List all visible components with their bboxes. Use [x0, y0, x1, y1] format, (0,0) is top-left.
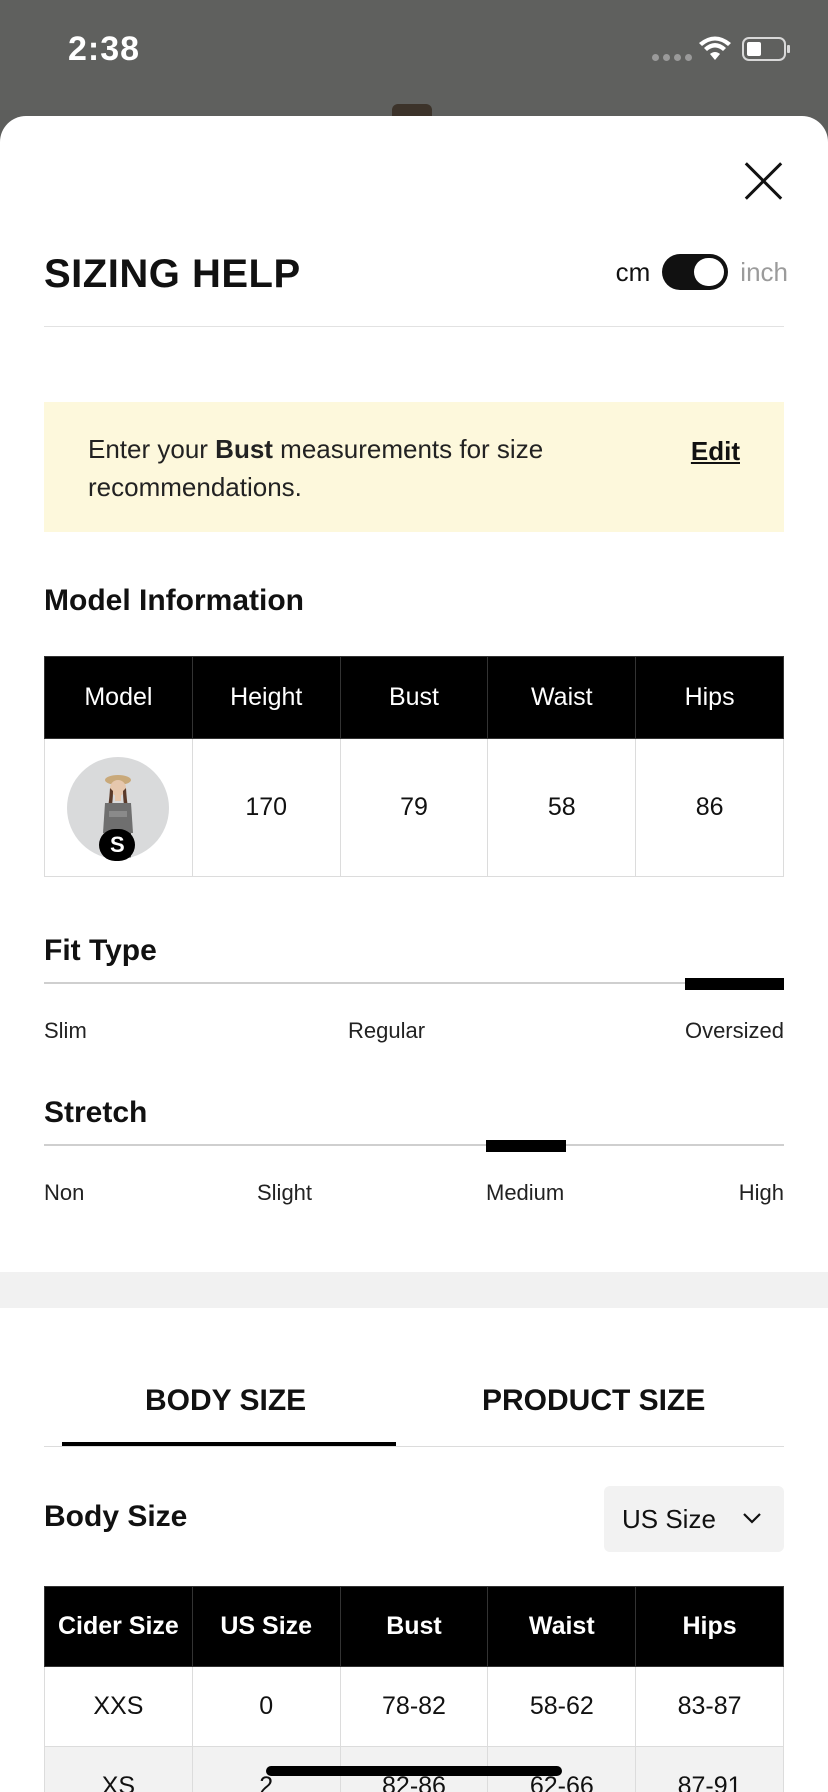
measurement-notice: Enter your Bust measurements for size re…	[44, 402, 784, 532]
cellular-signal-icon	[652, 54, 692, 61]
notice-text-before: Enter your	[88, 434, 216, 464]
column-header: Hips	[635, 656, 784, 739]
stretch-label-slight: Slight	[257, 1180, 313, 1205]
title-divider	[44, 326, 784, 327]
model-cell: S	[44, 738, 193, 877]
section-separator	[0, 1272, 828, 1308]
sizing-help-sheet: SIZING HELP cm inch Enter your Bust meas…	[0, 116, 828, 1792]
stretch-label-high: High	[738, 1180, 784, 1205]
tab-product-size[interactable]: PRODUCT SIZE	[482, 1384, 705, 1418]
table-cell: XXS	[44, 1666, 193, 1747]
fit-label-oversized: Oversized	[684, 1018, 784, 1043]
unit-inch-label: inch	[740, 256, 788, 287]
edit-link[interactable]: Edit	[691, 436, 740, 467]
model-bust: 79	[339, 738, 489, 877]
tab-body-size[interactable]: BODY SIZE	[145, 1384, 306, 1418]
column-header: Bust	[339, 656, 489, 739]
column-header: Waist	[487, 656, 637, 739]
stretch-track	[44, 1144, 784, 1146]
stretch-marker	[486, 1140, 566, 1152]
fit-type-track	[44, 982, 784, 984]
model-waist: 58	[487, 738, 637, 877]
column-header: Height	[191, 656, 341, 739]
table-cell: 58-62	[487, 1666, 637, 1747]
table-cell: 0	[191, 1666, 341, 1747]
page-title: SIZING HELP	[44, 252, 301, 296]
table-row: XXS 0 78-82 58-62 83-87	[44, 1666, 784, 1747]
wifi-icon	[699, 36, 731, 60]
table-row: S 170 79 58 86	[44, 738, 784, 877]
size-system-select[interactable]: US Size	[604, 1486, 784, 1552]
column-header: Model	[44, 656, 193, 739]
unit-cm-label: cm	[615, 256, 651, 287]
column-header: US Size	[191, 1586, 341, 1667]
column-header: Hips	[635, 1586, 784, 1667]
body-size-table: Cider Size US Size Bust Waist Hips XXS 0…	[44, 1586, 784, 1792]
unit-toggle-switch[interactable]	[662, 254, 729, 290]
toggle-knob	[694, 258, 725, 286]
table-cell: 83-87	[635, 1666, 784, 1747]
close-button[interactable]	[742, 160, 784, 202]
model-height: 170	[191, 738, 341, 877]
table-cell: 87-91	[635, 1746, 784, 1792]
chevron-down-icon	[743, 1513, 761, 1524]
unit-toggle: cm inch	[616, 254, 788, 290]
notice-text-bold: Bust	[215, 434, 273, 464]
model-info-heading: Model Information	[44, 584, 304, 617]
model-hips: 86	[635, 738, 784, 877]
fit-label-regular: Regular	[348, 1018, 426, 1043]
fit-label-slim: Slim	[44, 1018, 87, 1043]
column-header: Bust	[339, 1586, 489, 1667]
notice-text: Enter your Bust measurements for size re…	[88, 430, 568, 506]
status-bar: 2:38	[0, 0, 828, 118]
tabs-divider	[44, 1446, 784, 1447]
fit-type-heading: Fit Type	[44, 934, 157, 967]
fit-type-marker	[685, 978, 784, 990]
home-indicator[interactable]	[266, 1766, 562, 1776]
column-header: Waist	[487, 1586, 637, 1667]
body-size-heading: Body Size	[44, 1500, 188, 1533]
stretch-label-medium: Medium	[486, 1180, 565, 1205]
stretch-heading: Stretch	[44, 1096, 148, 1129]
table-cell: 78-82	[339, 1666, 489, 1747]
stretch-label-non: Non	[44, 1180, 85, 1205]
status-time: 2:38	[68, 30, 141, 68]
battery-icon	[742, 37, 790, 61]
model-info-table: Model Height Bust Waist Hips S 170 79 58…	[44, 656, 784, 877]
column-header: Cider Size	[44, 1586, 193, 1667]
table-cell: XS	[44, 1746, 193, 1792]
model-size-badge: S	[99, 828, 136, 861]
model-avatar-wrap: S	[67, 756, 170, 861]
size-system-value: US Size	[622, 1504, 716, 1534]
active-tab-indicator	[62, 1442, 396, 1446]
